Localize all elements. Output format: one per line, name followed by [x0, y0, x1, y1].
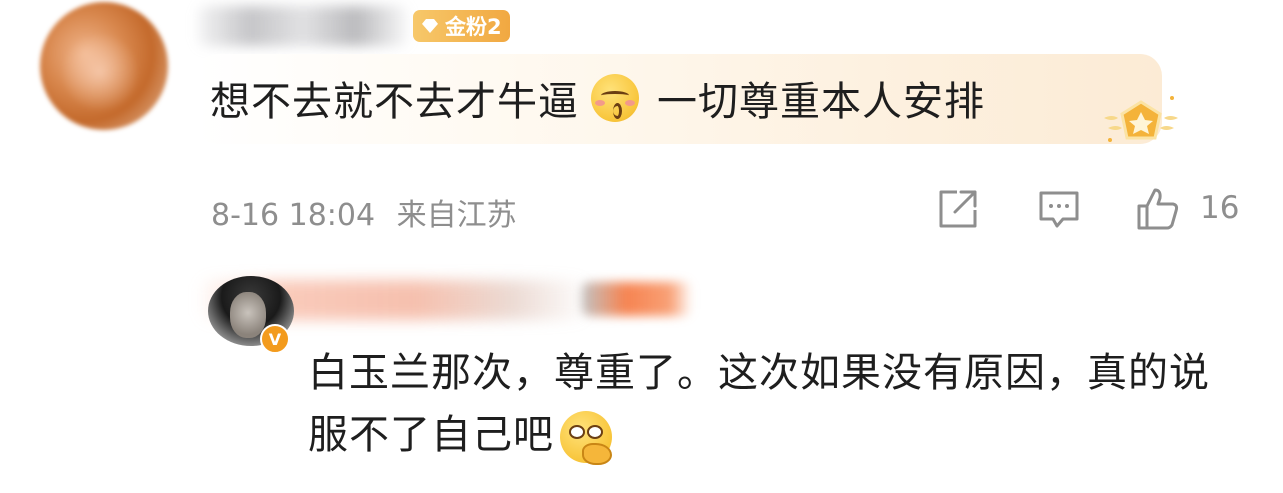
share-icon[interactable]: [935, 186, 981, 232]
thumbs-up-icon[interactable]: [1135, 186, 1181, 232]
fan-badge-label: 金粉2: [445, 15, 502, 39]
comment-date: 8-16 18:04: [211, 198, 376, 233]
comment-meta: 8-16 18:04 来自江苏: [211, 190, 517, 234]
username-blurred[interactable]: [198, 6, 408, 46]
verified-badge-icon: V: [260, 324, 290, 354]
comment-text-part1: 想不去就不去才牛逼: [210, 79, 579, 125]
fan-medal-icon: [1104, 96, 1178, 142]
kissing-face-emoji-icon: [591, 74, 639, 122]
reply-text-content: 白玉兰那次，尊重了。这次如果没有原因，真的说服不了自己吧: [308, 350, 1210, 458]
like-count: 16: [1200, 190, 1240, 226]
fan-level-badge[interactable]: 金粉2: [413, 10, 510, 42]
comment-text-part2: 一切尊重本人安排: [657, 79, 985, 125]
avatar[interactable]: [40, 2, 168, 130]
reply-badge-blurred[interactable]: [582, 282, 692, 316]
diamond-icon: [421, 19, 439, 33]
comment-text: 想不去就不去才牛逼 一切尊重本人安排: [210, 68, 985, 128]
comment-location: 来自江苏: [396, 198, 517, 233]
reply-text: 白玉兰那次，尊重了。这次如果没有原因，真的说服不了自己吧: [308, 342, 1238, 466]
comment-reply-icon[interactable]: [1036, 186, 1082, 232]
thinking-eye-roll-emoji-icon: [560, 411, 612, 465]
